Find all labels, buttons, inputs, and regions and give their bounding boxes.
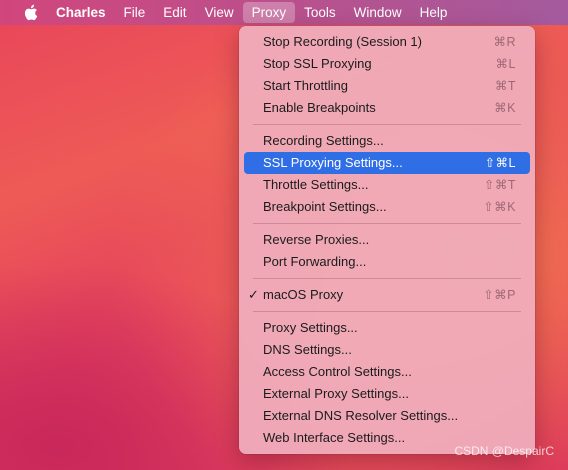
menu-edit[interactable]: Edit bbox=[154, 0, 195, 25]
menu-window[interactable]: Window bbox=[345, 0, 411, 25]
shortcut: ⇧⌘L bbox=[484, 156, 516, 170]
menu-proxy[interactable]: Proxy bbox=[242, 2, 296, 23]
menu-separator bbox=[253, 311, 521, 312]
shortcut: ⇧⌘K bbox=[483, 200, 516, 214]
checkmark-icon: ✓ bbox=[248, 287, 259, 302]
watermark: CSDN @DespairC bbox=[454, 444, 554, 458]
shortcut: ⌘K bbox=[494, 101, 516, 115]
shortcut: ⌘L bbox=[495, 57, 516, 71]
menu-separator bbox=[253, 223, 521, 224]
menu-separator bbox=[253, 124, 521, 125]
menu-view[interactable]: View bbox=[196, 0, 243, 25]
menu-help[interactable]: Help bbox=[411, 0, 457, 25]
menu-file[interactable]: File bbox=[115, 0, 155, 25]
shortcut: ⌘R bbox=[493, 35, 516, 49]
menu-item-breakpoint-settings[interactable]: Breakpoint Settings... ⇧⌘K bbox=[244, 196, 530, 218]
shortcut: ⇧⌘P bbox=[483, 288, 516, 302]
menu-item-port-forwarding[interactable]: Port Forwarding... bbox=[244, 251, 530, 273]
menu-app-charles[interactable]: Charles bbox=[56, 0, 115, 25]
menu-item-stop-recording[interactable]: Stop Recording (Session 1) ⌘R bbox=[244, 31, 530, 53]
menu-item-dns-settings[interactable]: DNS Settings... bbox=[244, 339, 530, 361]
menu-item-external-proxy-settings[interactable]: External Proxy Settings... bbox=[244, 383, 530, 405]
menu-item-start-throttling[interactable]: Start Throttling ⌘T bbox=[244, 75, 530, 97]
menu-tools[interactable]: Tools bbox=[295, 0, 345, 25]
menu-item-external-dns-resolver-settings[interactable]: External DNS Resolver Settings... bbox=[244, 405, 530, 427]
shortcut: ⌘T bbox=[494, 79, 516, 93]
menu-item-enable-breakpoints[interactable]: Enable Breakpoints ⌘K bbox=[244, 97, 530, 119]
proxy-dropdown-menu: Stop Recording (Session 1) ⌘R Stop SSL P… bbox=[239, 26, 535, 454]
menu-bar: Charles File Edit View Proxy Tools Windo… bbox=[0, 0, 568, 25]
menu-item-reverse-proxies[interactable]: Reverse Proxies... bbox=[244, 229, 530, 251]
apple-logo-icon[interactable] bbox=[21, 4, 39, 21]
menu-item-stop-ssl-proxying[interactable]: Stop SSL Proxying ⌘L bbox=[244, 53, 530, 75]
menu-item-proxy-settings[interactable]: Proxy Settings... bbox=[244, 317, 530, 339]
menu-separator bbox=[253, 278, 521, 279]
shortcut: ⇧⌘T bbox=[483, 178, 516, 192]
menu-item-ssl-proxying-settings[interactable]: SSL Proxying Settings... ⇧⌘L bbox=[244, 152, 530, 174]
menu-item-macos-proxy[interactable]: ✓ macOS Proxy ⇧⌘P bbox=[244, 284, 530, 306]
menu-item-throttle-settings[interactable]: Throttle Settings... ⇧⌘T bbox=[244, 174, 530, 196]
menu-item-access-control-settings[interactable]: Access Control Settings... bbox=[244, 361, 530, 383]
menu-item-recording-settings[interactable]: Recording Settings... bbox=[244, 130, 530, 152]
